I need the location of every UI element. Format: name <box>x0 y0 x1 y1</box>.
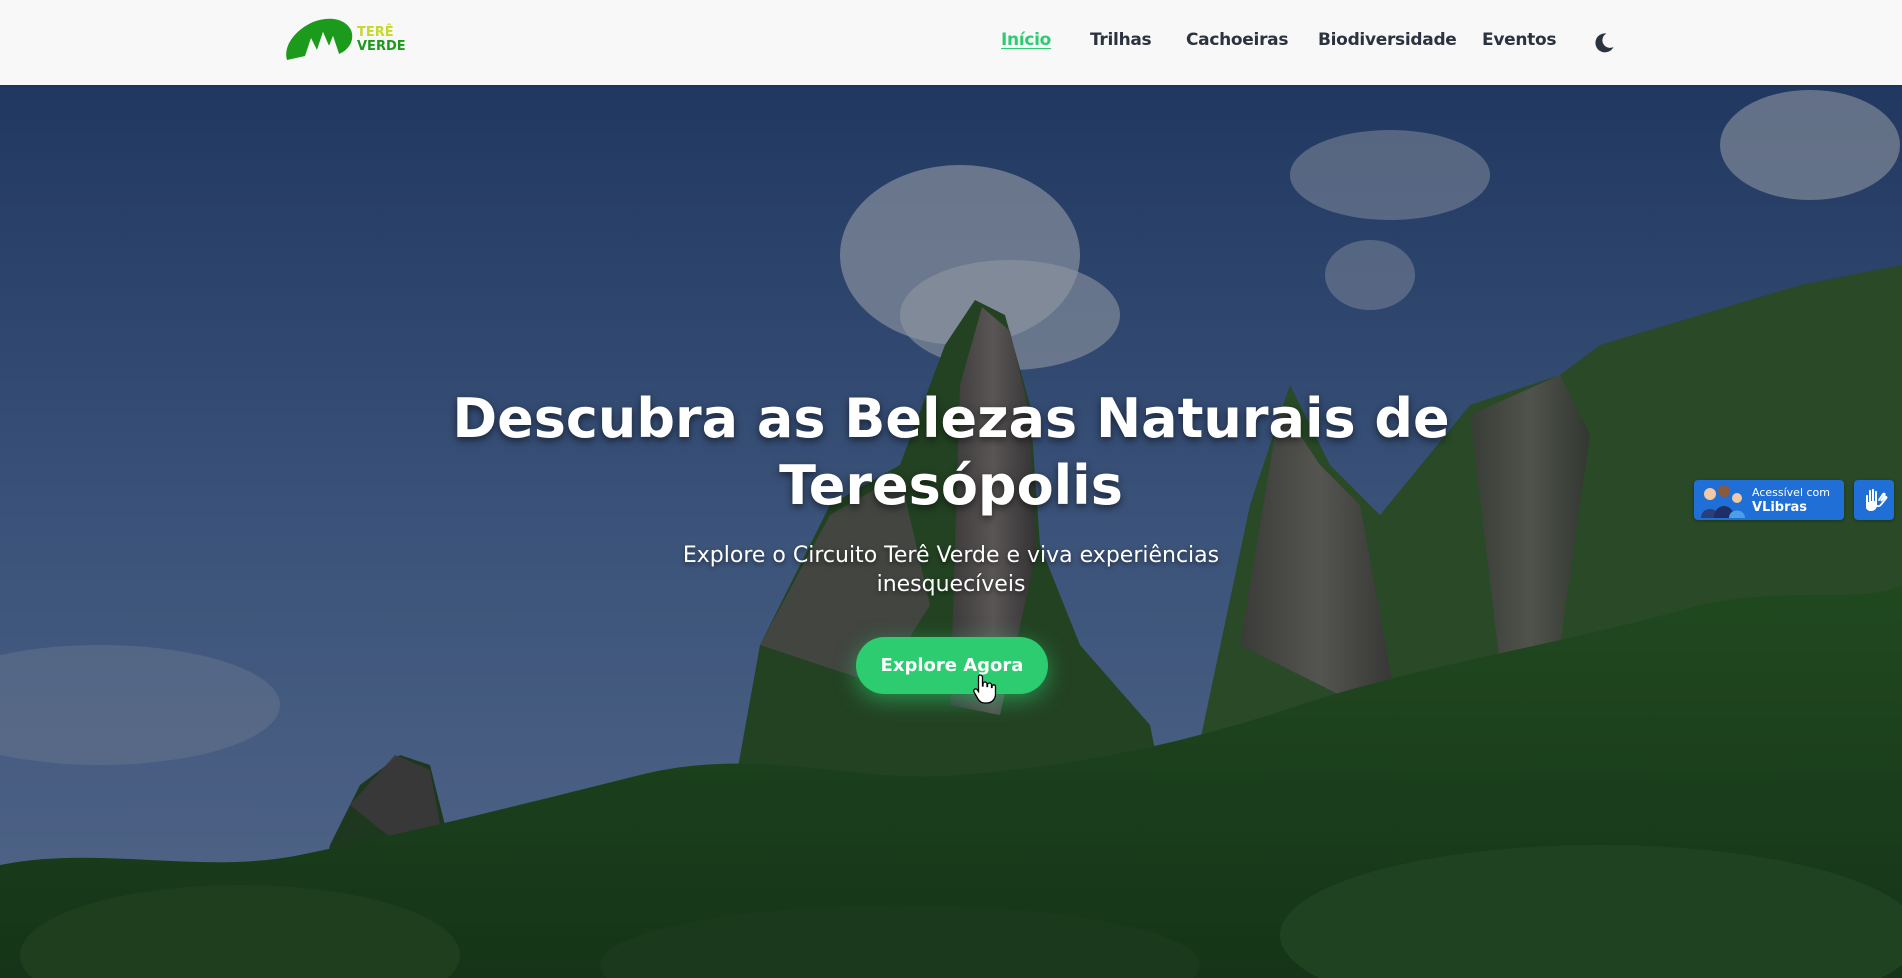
explore-now-button[interactable]: Explore Agora <box>856 637 1048 694</box>
nav-item-inicio[interactable]: Início <box>1001 30 1051 50</box>
hero-subtitle: Explore o Circuito Terê Verde e viva exp… <box>651 541 1251 599</box>
hero-title-line1: Descubra as Belezas Naturais de <box>452 387 1450 450</box>
nav-item-eventos[interactable]: Eventos <box>1482 30 1556 50</box>
hands-icon <box>1866 488 1888 511</box>
nav-item-biodiversidade[interactable]: Biodiversidade <box>1318 30 1457 50</box>
vlibras-label-line1: Acessível com <box>1752 486 1830 499</box>
vlibras-label-line2: VLibras <box>1752 500 1808 515</box>
nav-item-cachoeiras[interactable]: Cachoeiras <box>1186 30 1288 50</box>
nav-item-trilhas[interactable]: Trilhas <box>1090 30 1152 50</box>
pointer-cursor-icon <box>973 674 997 704</box>
vlibras-accessibility-badge[interactable]: Acessível com VLibras <box>1694 480 1844 520</box>
moon-icon <box>1595 33 1614 53</box>
site-header: TERÊ VERDE Início Trilhas Cachoeiras Bio… <box>0 0 1902 85</box>
hero-overlay <box>0 85 1902 978</box>
theme-toggle-button[interactable] <box>1592 31 1616 55</box>
hero-title: Descubra as Belezas Naturais de Teresópo… <box>351 385 1551 519</box>
hero-subtitle-line1: Explore o Circuito Terê Verde e viva exp… <box>682 543 1220 568</box>
main-nav: Início Trilhas Cachoeiras Biodiversidade… <box>0 30 1902 54</box>
hero-title-line2: Teresópolis <box>779 454 1123 517</box>
vlibras-avatars-icon <box>1701 485 1745 518</box>
hero-section: Descubra as Belezas Naturais de Teresópo… <box>0 85 1902 978</box>
vlibras-open-button[interactable] <box>1854 480 1894 520</box>
hero-subtitle-line2: inesquecíveis <box>876 572 1026 597</box>
